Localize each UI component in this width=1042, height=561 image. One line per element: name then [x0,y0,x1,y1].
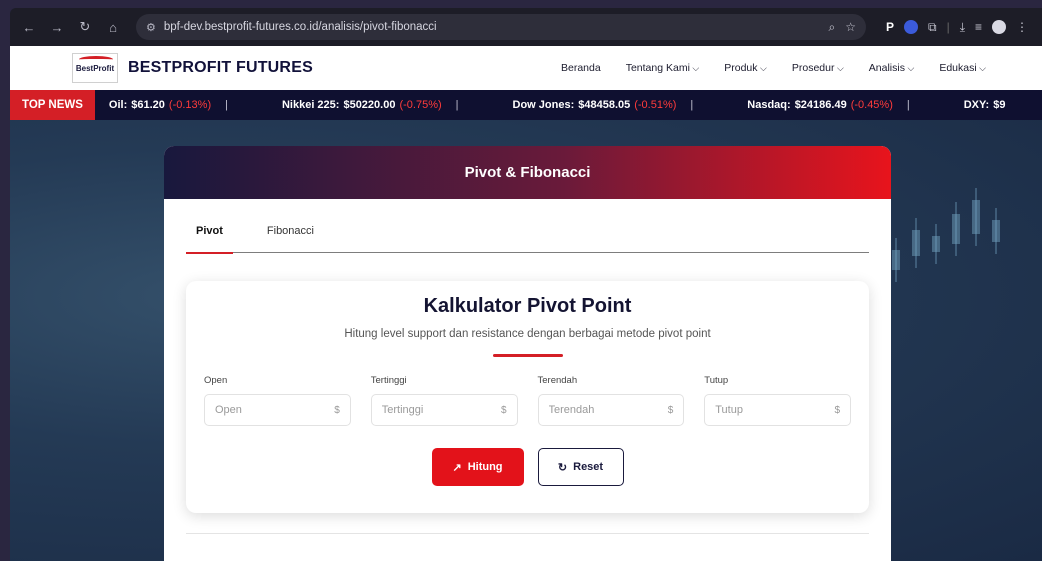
refresh-icon: ↻ [557,461,568,474]
address-bar[interactable]: ⚙ bpf-dev.bestprofit-futures.co.id/anali… [136,14,866,40]
extension-blue-icon[interactable] [904,20,919,34]
brand-name[interactable]: BESTPROFIT FUTURES [128,59,313,77]
title-underline [492,354,563,357]
profile-avatar-icon[interactable] [992,20,1007,34]
browser-window: ← → ↻ ⌂ ⚙ bpf-dev.bestprofit-futures.co.… [10,8,1042,561]
ticker-separator: | [690,99,694,111]
dollar-icon: $ [500,404,507,416]
pivot-fibonacci-card: Pivot & Fibonacci Pivot Fibonacci Kalkul… [164,146,891,561]
ticker-item-nikkei: Nikkei 225: $50220.00 (-0.75%) [281,99,442,111]
dollar-icon: $ [667,404,674,416]
site-info-icon[interactable]: ⚙ [146,21,156,34]
extensions-puzzle-icon[interactable]: ⧉ [928,20,937,35]
terendah-input-wrap[interactable]: $ [537,394,685,426]
calculator-subtitle: Hitung level support dan resistance deng… [344,328,711,340]
nav-tentang-kami[interactable]: Tentang Kami [626,62,700,74]
logo-text: BestProfit [75,63,115,73]
open-label: Open [204,375,228,386]
calculator-title: Kalkulator Pivot Point [423,295,632,317]
dollar-icon: $ [834,404,840,416]
tertinggi-label: Tertinggi [370,375,407,386]
ticker-item-nasdaq: Nasdaq: $24186.49 (-0.45%) [747,99,893,111]
back-icon[interactable]: ← [18,16,40,38]
top-news-label: TOP NEWS [10,90,95,120]
field-tutup: Tutup $ [704,375,851,426]
nav-beranda[interactable]: Beranda [561,62,601,74]
ticker-separator: | [455,99,459,111]
bookmark-star-icon[interactable]: ☆ [845,20,856,35]
card-title: Pivot & Fibonacci [464,164,591,181]
ticker-item-dow-jones: Dow Jones: $48458.05 (-0.51%) [512,99,677,111]
tab-bar: Pivot Fibonacci [186,225,869,254]
news-ticker: TOP NEWS Oil: $61.20 (-0.13%) | Nikkei 2… [10,90,1042,120]
reading-list-icon[interactable]: ≡ [975,20,982,34]
candlestick-decoration [892,188,1002,340]
tutup-input[interactable] [715,404,835,416]
ticker-separator: | [225,99,228,111]
reset-button[interactable]: ↻ Reset [537,448,624,486]
field-terendah: Terendah $ [537,375,685,426]
browser-toolbar: ← → ↻ ⌂ ⚙ bpf-dev.bestprofit-futures.co.… [10,8,1042,46]
site-logo[interactable]: BestProfit [72,53,118,83]
hitung-button[interactable]: ↗ Hitung [431,448,524,486]
tab-fibonacci[interactable]: Fibonacci [257,225,314,252]
menu-icon[interactable]: ⋮ [1016,20,1028,34]
home-icon[interactable]: ⌂ [102,16,124,38]
toolbar-divider: | [946,20,950,34]
terendah-label: Terendah [537,375,578,386]
dollar-icon: $ [334,404,340,416]
url-text[interactable]: bpf-dev.bestprofit-futures.co.id/analisi… [164,21,821,33]
pivot-calculator-panel: Kalkulator Pivot Point Hitung level supp… [186,281,869,513]
zoom-icon[interactable]: ⌕ [829,20,836,35]
reload-icon[interactable]: ↻ [74,16,96,38]
tertinggi-input[interactable] [381,404,501,416]
tutup-label: Tutup [704,375,729,386]
reset-label: Reset [573,461,604,473]
tutup-input-wrap[interactable]: $ [704,394,851,426]
trend-up-icon: ↗ [452,461,462,474]
price-fields: Open $ Tertinggi $ Terendah [186,375,869,426]
terendah-input[interactable] [548,404,668,416]
main-nav: Beranda Tentang Kami Produk Prosedur Ana… [561,62,986,74]
ticker-item-dxy: DXY: $9 [963,99,1006,111]
hitung-label: Hitung [467,461,503,473]
tertinggi-input-wrap[interactable]: $ [370,394,518,426]
section-divider [186,533,869,534]
nav-edukasi[interactable]: Edukasi [939,62,986,74]
open-input[interactable] [215,404,335,416]
card-header: Pivot & Fibonacci [164,146,891,199]
site-header: BestProfit BESTPROFIT FUTURES Beranda Te… [10,46,1042,90]
field-open: Open $ [204,375,351,426]
nav-prosedur[interactable]: Prosedur [792,62,844,74]
calculator-actions: ↗ Hitung ↻ Reset [186,448,869,486]
field-tertinggi: Tertinggi $ [370,375,518,426]
tab-pivot[interactable]: Pivot [186,225,233,254]
nav-produk[interactable]: Produk [724,62,767,74]
extension-p-icon[interactable]: P [886,20,894,34]
ticker-separator: | [906,99,910,111]
ticker-item-oil: Oil: $61.20 (-0.13%) [108,99,212,111]
download-icon[interactable]: ⤓ [960,20,965,35]
open-input-wrap[interactable]: $ [204,394,351,426]
nav-analisis[interactable]: Analisis [869,62,915,74]
forward-icon[interactable]: → [46,16,68,38]
